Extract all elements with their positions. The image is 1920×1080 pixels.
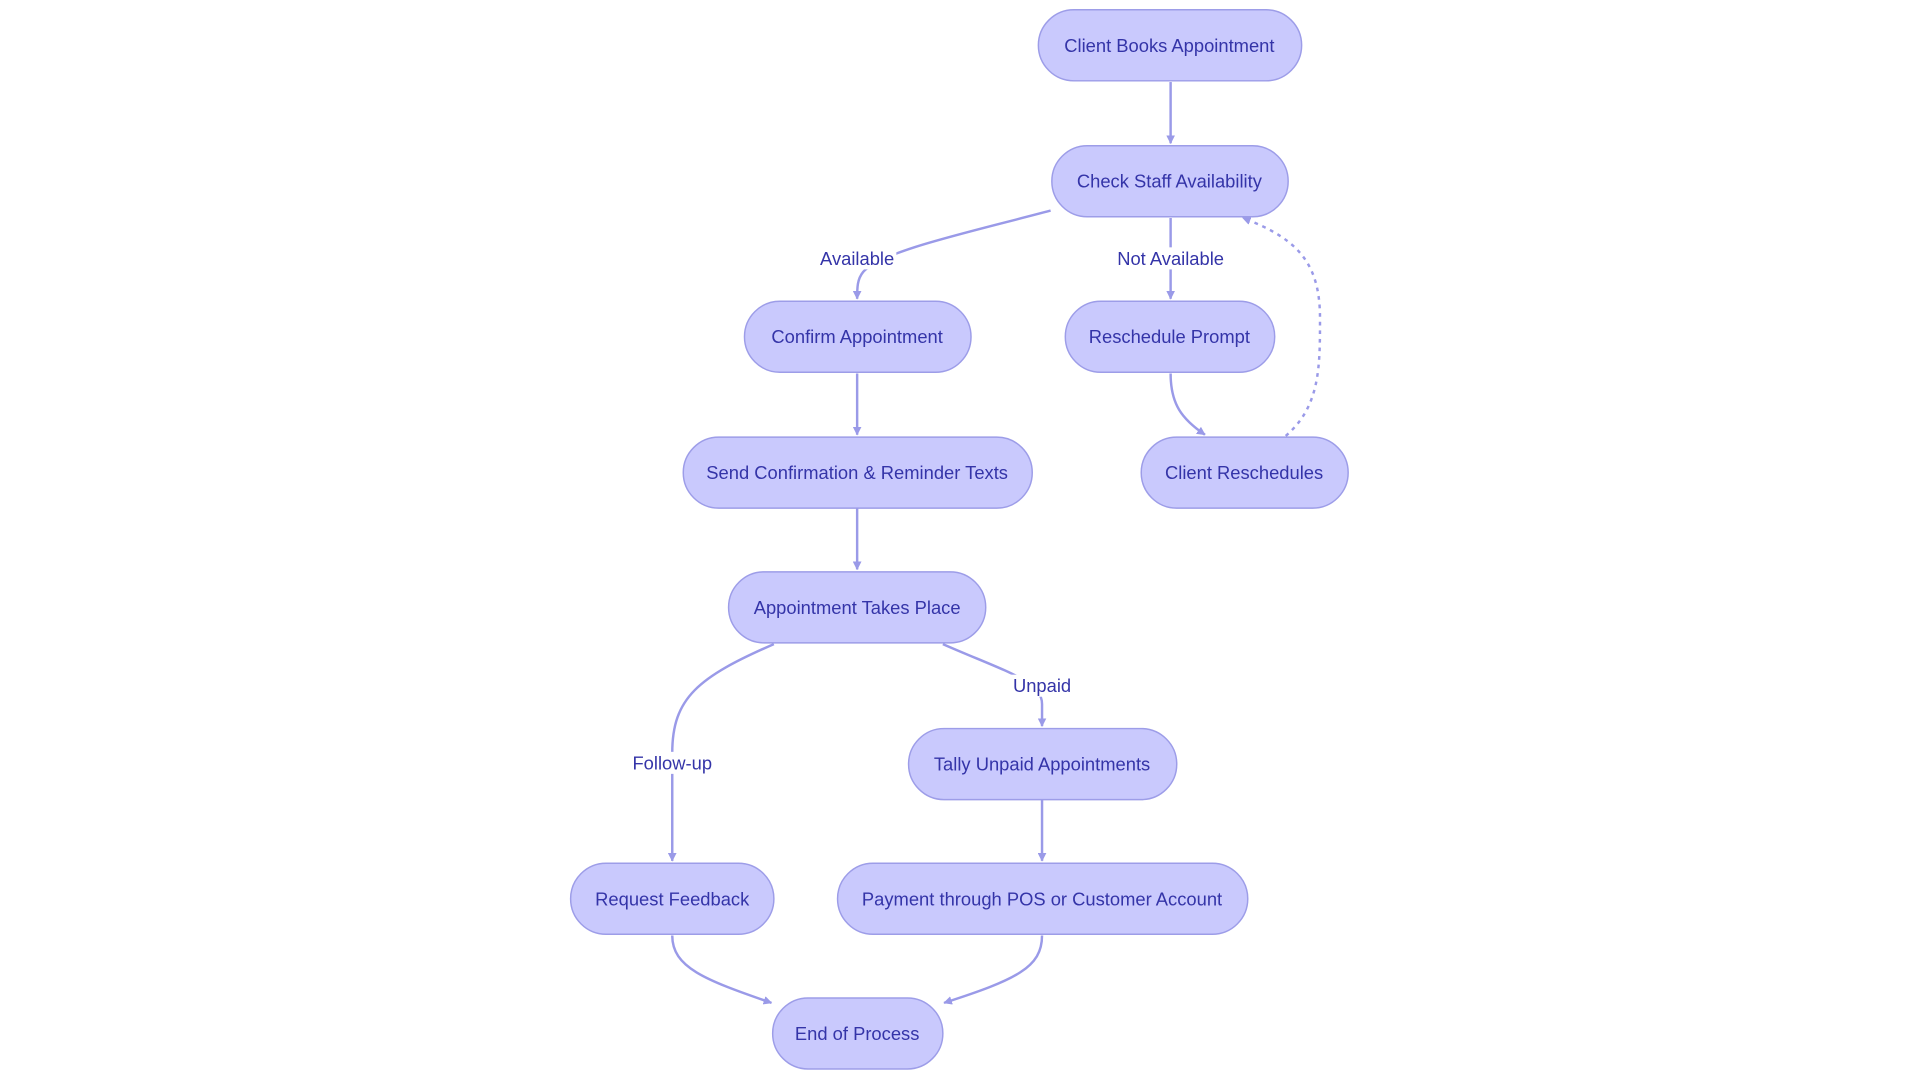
edge-label-available: Available (820, 248, 894, 269)
node-label: Confirm Appointment (771, 326, 942, 347)
node-label: Tally Unpaid Appointments (934, 754, 1150, 775)
edge-label-not-available: Not Available (1117, 248, 1224, 269)
node-appointment-takes-place: Appointment Takes Place (727, 571, 987, 644)
node-label: Send Confirmation & Reminder Texts (706, 462, 1008, 483)
node-label: Appointment Takes Place (754, 597, 961, 618)
node-check-staff-availability: Check Staff Availability (1051, 144, 1289, 218)
node-label: Reschedule Prompt (1089, 326, 1250, 347)
node-label: Check Staff Availability (1077, 171, 1263, 192)
edge-label-follow-up: Follow-up (632, 752, 712, 773)
node-label: End of Process (795, 1023, 920, 1044)
node-reschedule-prompt: Reschedule Prompt (1064, 300, 1276, 373)
node-payment-pos: Payment through POS or Customer Account (836, 862, 1249, 936)
node-end-of-process: End of Process (771, 997, 944, 1070)
node-tally-unpaid-appointments: Tally Unpaid Appointments (907, 727, 1178, 801)
flowchart: Available Not Available Unpaid Follow-up… (569, 9, 1349, 1070)
edge-label-unpaid: Unpaid (1013, 675, 1071, 696)
node-label: Request Feedback (595, 888, 750, 909)
edge-payment-to-end (944, 935, 1044, 1003)
node-label: Client Books Appointment (1064, 35, 1274, 56)
node-client-books-appointment: Client Books Appointment (1037, 9, 1303, 82)
edge-reschedule-to-clientresched (1169, 373, 1205, 436)
node-send-confirmation-texts: Send Confirmation & Reminder Texts (682, 436, 1033, 509)
edge-feedback-to-end (671, 935, 771, 1003)
node-client-reschedules: Client Reschedules (1140, 436, 1349, 509)
node-label: Client Reschedules (1165, 462, 1323, 483)
node-label: Payment through POS or Customer Account (862, 888, 1222, 909)
node-confirm-appointment: Confirm Appointment (743, 300, 972, 373)
node-request-feedback: Request Feedback (569, 862, 775, 936)
